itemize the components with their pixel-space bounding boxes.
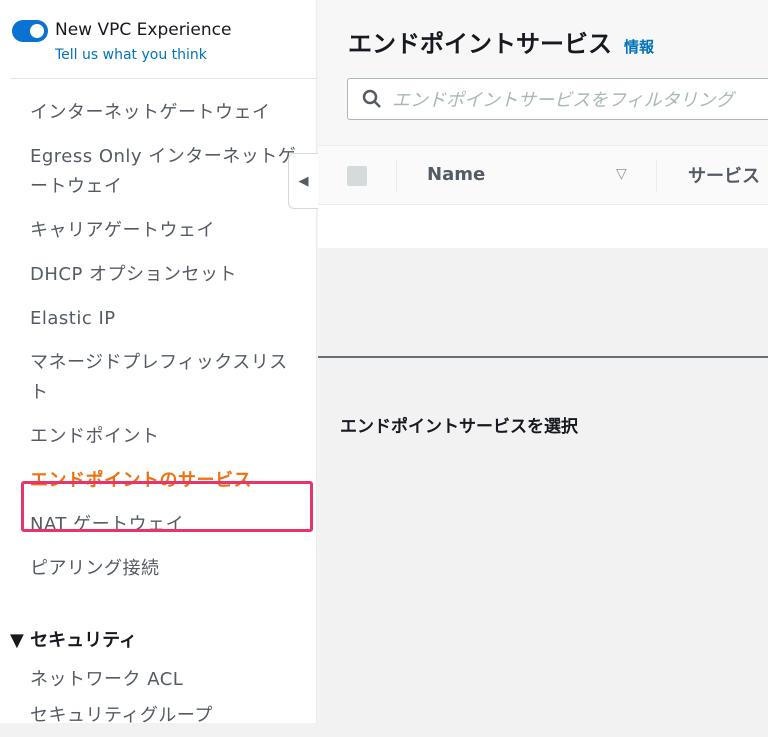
search-input[interactable]: エンドポイントサービスをフィルタリング (347, 78, 768, 120)
sidebar-item-network-acl[interactable]: ネットワーク ACL (30, 665, 213, 695)
sidebar-item-carrier-gateway[interactable]: キャリアゲートウェイ (30, 216, 300, 246)
collapse-sidebar-button[interactable]: ◀ (288, 153, 318, 209)
info-link[interactable]: 情報 (624, 38, 654, 56)
sidebar-item-endpoints[interactable]: エンドポイント (30, 422, 300, 452)
main-content: エンドポイントサービス 情報 エンドポイントサービスをフィルタリング Name ▽… (318, 0, 768, 723)
divider (10, 78, 316, 79)
table-header: Name ▽ サービス (318, 145, 768, 205)
column-header-name[interactable]: Name (427, 164, 485, 185)
detail-placeholder: エンドポイントサービスを選択 (340, 417, 578, 437)
new-vpc-experience-toggle[interactable] (12, 20, 48, 42)
sidebar-item-internet-gateway[interactable]: インターネットゲートウェイ (30, 98, 300, 128)
sidebar-item-elastic-ip[interactable]: Elastic IP (30, 304, 300, 334)
sidebar: New VPC Experience Tell us what you thin… (0, 0, 317, 726)
header-area: エンドポイントサービス 情報 エンドポイントサービスをフィルタリング (318, 0, 768, 145)
caret-left-icon: ◀ (298, 173, 309, 189)
feedback-link[interactable]: Tell us what you think (55, 47, 207, 63)
sidebar-item-egress-only-igw[interactable]: Egress Only インターネットゲートウェイ (30, 142, 300, 202)
sidebar-item-peering[interactable]: ピアリング接続 (30, 554, 300, 584)
page-title: エンドポイントサービス 情報 (348, 24, 654, 59)
page-title-text: エンドポイントサービス (348, 30, 612, 58)
sidebar-item-security-groups[interactable]: セキュリティグループ (30, 701, 213, 731)
experience-title: New VPC Experience (55, 20, 232, 40)
column-header-service[interactable]: サービス (688, 162, 760, 188)
sidebar-item-prefix-lists[interactable]: マネージドプレフィックスリスト (30, 348, 300, 408)
sidebar-item-dhcp[interactable]: DHCP オプションセット (30, 260, 300, 290)
column-divider (656, 160, 657, 192)
search-icon (362, 89, 381, 108)
section-security[interactable]: ▼ セキュリティ (10, 626, 137, 652)
select-all-checkbox[interactable] (347, 166, 367, 186)
security-list: ネットワーク ACL セキュリティグループ (30, 665, 213, 737)
split-panel-divider[interactable] (318, 356, 768, 358)
column-divider (396, 160, 397, 192)
search-placeholder: エンドポイントサービスをフィルタリング (392, 90, 734, 111)
table-empty-row (318, 205, 768, 248)
sort-icon[interactable]: ▽ (616, 166, 627, 182)
highlight-box (21, 481, 313, 532)
